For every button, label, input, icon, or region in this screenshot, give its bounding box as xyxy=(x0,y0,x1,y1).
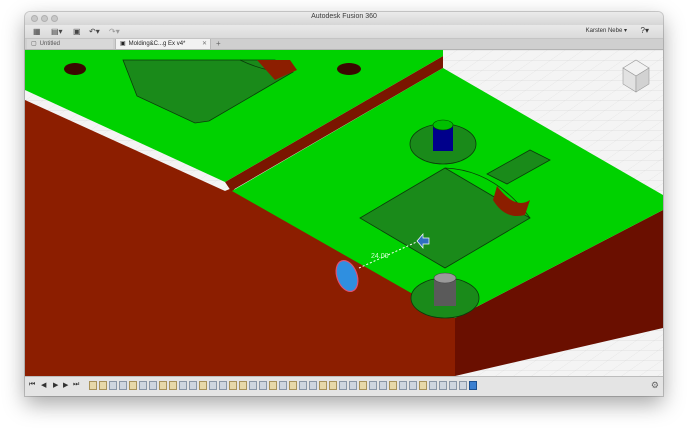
new-tab-icon[interactable]: + xyxy=(216,39,221,49)
timeline-feature-sketch-icon[interactable] xyxy=(239,381,247,390)
timeline-feature-extrude-icon[interactable] xyxy=(149,381,157,390)
timeline-feature-extrude-icon[interactable] xyxy=(179,381,187,390)
timeline-feature-sketch-icon[interactable] xyxy=(89,381,97,390)
user-account-menu[interactable]: Karsten Nebe ▾ xyxy=(586,27,627,34)
timeline-feature-extrude-icon[interactable] xyxy=(409,381,417,390)
timeline-feature-sketch-icon[interactable] xyxy=(359,381,367,390)
play-icon[interactable]: ▶ xyxy=(53,381,58,389)
upper-hole-right xyxy=(337,63,361,75)
timeline-feature-extrude-icon[interactable] xyxy=(259,381,267,390)
timeline-feature-extrude-icon[interactable] xyxy=(429,381,437,390)
timeline-feature-extrude-icon[interactable] xyxy=(449,381,457,390)
timeline-feature-sketch-icon[interactable] xyxy=(199,381,207,390)
go-to-start-icon[interactable]: ⏮ xyxy=(29,381,35,389)
timeline-bar: ⏮ ◀ ▶ ▶ ⏭ ⚙ xyxy=(25,376,663,396)
pin-bottom-cap xyxy=(433,272,457,284)
timeline-settings-gear-icon[interactable]: ⚙ xyxy=(651,380,659,391)
timeline-feature-sketch-icon[interactable] xyxy=(289,381,297,390)
timeline-feature-extrude-icon[interactable] xyxy=(249,381,257,390)
close-tab-icon[interactable]: ✕ xyxy=(202,39,207,49)
timeline-feature-sketch-icon[interactable] xyxy=(169,381,177,390)
help-icon[interactable]: ?▾ xyxy=(641,26,649,35)
tab-label: Molding&C...g Ex v4* xyxy=(128,41,186,47)
timeline-feature-extrude-icon[interactable] xyxy=(369,381,377,390)
timeline-feature-sketch-icon[interactable] xyxy=(319,381,327,390)
pin-top-cap xyxy=(432,119,454,131)
timeline-feature-extrude-icon[interactable] xyxy=(379,381,387,390)
save-icon[interactable]: ▣ xyxy=(73,27,81,36)
3d-viewport[interactable]: 24.00 xyxy=(25,50,663,376)
app-window: Autodesk Fusion 360 ▦ ▤▾ ▣ ↶▾ ↷▾ Karsten… xyxy=(25,12,663,396)
data-panel-grid-icon[interactable]: ▦ xyxy=(33,27,41,36)
timeline-feature-extrude-icon[interactable] xyxy=(439,381,447,390)
timeline-feature-extrude-icon[interactable] xyxy=(219,381,227,390)
tab-untitled[interactable]: ▢ Untitled xyxy=(27,39,113,49)
timeline-feature-extrude-icon[interactable] xyxy=(309,381,317,390)
undo-icon[interactable]: ↶▾ xyxy=(89,27,100,36)
timeline-feature-extrude-icon[interactable] xyxy=(209,381,217,390)
timeline-feature-sketch-icon[interactable] xyxy=(99,381,107,390)
timeline-feature-extrude-icon[interactable] xyxy=(339,381,347,390)
upper-hole-left xyxy=(64,63,86,75)
tab-molding-document[interactable]: ▣ Molding&C...g Ex v4* ✕ xyxy=(115,39,211,49)
document-tab-bar: ▢ Untitled ▣ Molding&C...g Ex v4* ✕ + xyxy=(25,39,663,50)
timeline-feature-sketch-icon[interactable] xyxy=(419,381,427,390)
document-icon: ▣ xyxy=(120,41,126,47)
timeline-feature-extrude-icon[interactable] xyxy=(349,381,357,390)
timeline-feature-sketch-icon[interactable] xyxy=(229,381,237,390)
timeline-feature-sketch-icon[interactable] xyxy=(269,381,277,390)
timeline-feature-extrude-icon[interactable] xyxy=(399,381,407,390)
main-toolbar: ▦ ▤▾ ▣ ↶▾ ↷▾ Karsten Nebe ▾ ?▾ xyxy=(25,25,663,39)
file-menu-icon[interactable]: ▤▾ xyxy=(51,27,63,36)
step-forward-icon[interactable]: ▶ xyxy=(63,381,68,389)
timeline-feature-extrude-icon[interactable] xyxy=(139,381,147,390)
tab-label: Untitled xyxy=(39,41,61,47)
timeline-feature-sketch-icon[interactable] xyxy=(389,381,397,390)
timeline-feature-extrude-icon[interactable] xyxy=(109,381,117,390)
go-to-end-icon[interactable]: ⏭ xyxy=(73,381,79,389)
document-icon: ▢ xyxy=(31,41,37,47)
timeline-feature-extrude-icon[interactable] xyxy=(459,381,467,390)
timeline-feature-sketch-icon[interactable] xyxy=(329,381,337,390)
redo-icon[interactable]: ↷▾ xyxy=(109,27,120,36)
timeline-feature-extrude-icon[interactable] xyxy=(279,381,287,390)
measure-label: 24.00 xyxy=(371,253,389,260)
timeline-feature-sketch-icon[interactable] xyxy=(159,381,167,390)
timeline-feature-sketch-icon[interactable] xyxy=(129,381,137,390)
window-title: Autodesk Fusion 360 xyxy=(311,13,377,20)
timeline-feature-extrude-icon[interactable] xyxy=(119,381,127,390)
timeline-feature-extrude-icon[interactable] xyxy=(189,381,197,390)
step-back-icon[interactable]: ◀ xyxy=(41,381,46,389)
timeline-feature-active-icon[interactable] xyxy=(469,381,477,390)
timeline-feature-extrude-icon[interactable] xyxy=(299,381,307,390)
title-bar: Autodesk Fusion 360 xyxy=(25,12,663,25)
